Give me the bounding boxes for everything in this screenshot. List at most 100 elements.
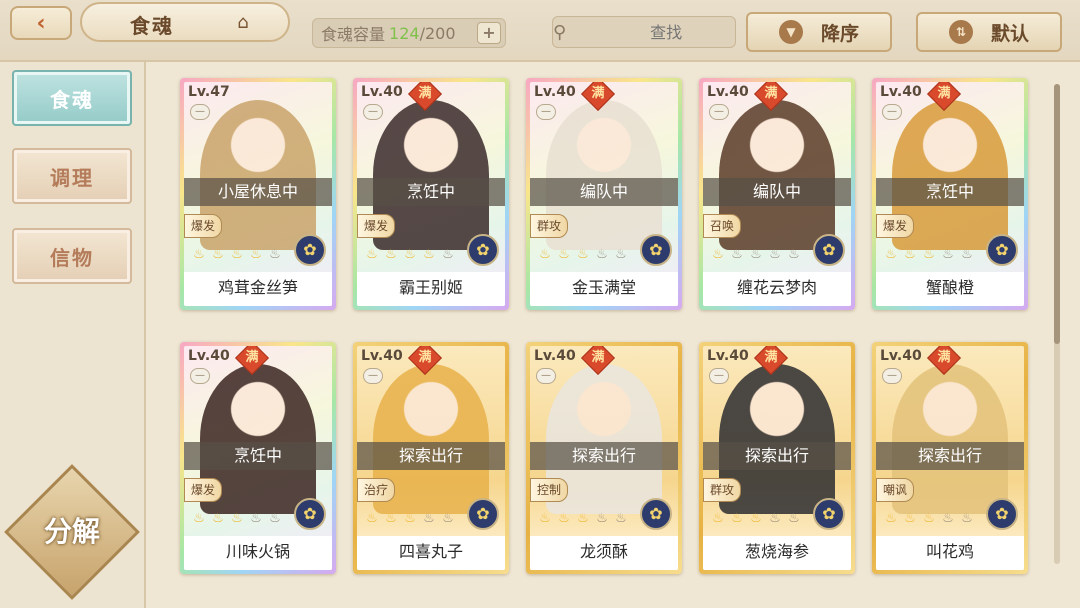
search-icon: ⚲: [553, 21, 567, 43]
level-label: Lv.47: [188, 84, 230, 100]
flame-star-icon: ♨: [231, 247, 243, 262]
lock-toggle-icon[interactable]: —: [190, 368, 210, 384]
sidebar-item-cultivation[interactable]: 调理: [12, 148, 132, 204]
role-tag: 爆发: [357, 214, 395, 238]
add-capacity-button[interactable]: +: [477, 22, 501, 44]
lock-toggle-icon[interactable]: —: [536, 368, 556, 384]
lock-toggle-icon[interactable]: —: [536, 104, 556, 120]
element-icon: ✿: [640, 498, 672, 530]
food-soul-card[interactable]: Lv.47 — 小屋休息中 爆发 ♨ ♨ ♨ ♨ ♨ ✿ 鸡茸金丝笋: [180, 78, 336, 310]
flame-star-icon: ♨: [885, 247, 897, 262]
food-soul-name: 四喜丸子: [357, 536, 505, 570]
sort-order-button[interactable]: ▼ 降序: [746, 12, 892, 52]
food-soul-card[interactable]: Lv.40 满 — 编队中 召唤 ♨ ♨ ♨ ♨ ♨ ✿ 缠花云梦肉: [699, 78, 855, 310]
max-level-text: 满: [418, 350, 432, 365]
food-soul-card[interactable]: Lv.40 满 — 探索出行 群攻 ♨ ♨ ♨ ♨ ♨ ✿ 葱烧海参: [699, 342, 855, 574]
role-tag: 召唤: [703, 214, 741, 238]
food-soul-card[interactable]: Lv.40 满 — 烹饪中 爆发 ♨ ♨ ♨ ♨ ♨ ✿ 川味火锅: [180, 342, 336, 574]
element-icon: ✿: [986, 234, 1018, 266]
level-label: Lv.40: [534, 348, 576, 364]
flame-star-icon: ♨: [885, 511, 897, 526]
status-banner: 烹饪中: [357, 178, 505, 206]
role-tag: 爆发: [876, 214, 914, 238]
flame-star-icon: ♨: [712, 511, 724, 526]
flame-star-icon: ♨: [250, 511, 262, 526]
element-icon: ✿: [467, 498, 499, 530]
role-tag: 治疗: [357, 478, 395, 502]
lock-toggle-icon[interactable]: —: [882, 368, 902, 384]
back-button[interactable]: ‹: [10, 6, 72, 40]
flame-star-icon: ♨: [269, 247, 281, 262]
search-input[interactable]: [566, 22, 767, 42]
role-tag: 群攻: [703, 478, 741, 502]
role-tag: 群攻: [530, 214, 568, 238]
element-icon: ✿: [813, 234, 845, 266]
flame-star-icon: ♨: [423, 247, 435, 262]
flame-star-icon: ♨: [269, 511, 281, 526]
food-soul-name: 鸡茸金丝笋: [184, 272, 332, 306]
flame-star-icon: ♨: [788, 511, 800, 526]
flame-star-icon: ♨: [231, 511, 243, 526]
role-tag: 控制: [530, 478, 568, 502]
flame-star-icon: ♨: [615, 511, 627, 526]
food-soul-name: 蟹酿橙: [876, 272, 1024, 306]
star-rating: ♨ ♨ ♨ ♨ ♨: [363, 246, 457, 268]
scrollbar-thumb[interactable]: [1054, 84, 1060, 344]
card-body: Lv.40 满 — 编队中 群攻 ♨ ♨ ♨ ♨ ♨ ✿ 金玉满堂: [530, 82, 678, 306]
top-bar: ‹ 食魂 ⌂ 食魂容量 124 /200 + ⚲ ✕ ▼ 降序 ⇅ 默认: [0, 0, 1080, 62]
sidebar-item-label: 调理: [50, 165, 94, 190]
flame-star-icon: ♨: [577, 511, 589, 526]
role-tag: 爆发: [184, 214, 222, 238]
lock-toggle-icon[interactable]: —: [363, 104, 383, 120]
card-body: Lv.40 满 — 烹饪中 爆发 ♨ ♨ ♨ ♨ ♨ ✿ 川味火锅: [184, 346, 332, 570]
food-soul-card[interactable]: Lv.40 满 — 探索出行 治疗 ♨ ♨ ♨ ♨ ♨ ✿ 四喜丸子: [353, 342, 509, 574]
sidebar-item-tokens[interactable]: 信物: [12, 228, 132, 284]
level-label: Lv.40: [361, 348, 403, 364]
food-soul-card[interactable]: Lv.40 满 — 烹饪中 爆发 ♨ ♨ ♨ ♨ ♨ ✿ 霸王别姬: [353, 78, 509, 310]
house-icon[interactable]: ⌂: [230, 12, 256, 34]
level-label: Lv.40: [707, 348, 749, 364]
flame-star-icon: ♨: [442, 511, 454, 526]
level-label: Lv.40: [707, 84, 749, 100]
food-soul-card[interactable]: Lv.40 满 — 编队中 群攻 ♨ ♨ ♨ ♨ ♨ ✿ 金玉满堂: [526, 78, 682, 310]
level-label: Lv.40: [534, 84, 576, 100]
lock-toggle-icon[interactable]: —: [190, 104, 210, 120]
status-banner: 烹饪中: [184, 442, 332, 470]
sidebar-item-food-souls[interactable]: 食魂: [12, 70, 132, 126]
flame-star-icon: ♨: [615, 247, 627, 262]
flame-star-icon: ♨: [423, 511, 435, 526]
max-level-text: 满: [764, 86, 778, 101]
flame-star-icon: ♨: [750, 247, 762, 262]
food-soul-card[interactable]: Lv.40 满 — 烹饪中 爆发 ♨ ♨ ♨ ♨ ♨ ✿ 蟹酿橙: [872, 78, 1028, 310]
flame-star-icon: ♨: [942, 247, 954, 262]
sort-mode-button[interactable]: ⇅ 默认: [916, 12, 1062, 52]
flame-star-icon: ♨: [385, 247, 397, 262]
star-rating: ♨ ♨ ♨ ♨ ♨: [709, 510, 803, 532]
card-body: Lv.40 满 — 烹饪中 爆发 ♨ ♨ ♨ ♨ ♨ ✿ 蟹酿橙: [876, 82, 1024, 306]
lock-toggle-icon[interactable]: —: [709, 368, 729, 384]
food-soul-name: 川味火锅: [184, 536, 332, 570]
flame-star-icon: ♨: [904, 511, 916, 526]
status-banner: 探索出行: [357, 442, 505, 470]
flame-star-icon: ♨: [558, 247, 570, 262]
capacity-max: /200: [419, 23, 456, 43]
flame-star-icon: ♨: [539, 247, 551, 262]
flame-star-icon: ♨: [596, 247, 608, 262]
level-label: Lv.40: [188, 348, 230, 364]
lock-toggle-icon[interactable]: —: [882, 104, 902, 120]
scrollbar[interactable]: [1054, 84, 1060, 564]
element-icon: ✿: [640, 234, 672, 266]
back-arrow-icon: ‹: [36, 10, 46, 36]
food-soul-card[interactable]: Lv.40 满 — 探索出行 嘲讽 ♨ ♨ ♨ ♨ ♨ ✿ 叫花鸡: [872, 342, 1028, 574]
food-soul-card[interactable]: Lv.40 满 — 探索出行 控制 ♨ ♨ ♨ ♨ ♨ ✿ 龙须酥: [526, 342, 682, 574]
max-level-text: 满: [245, 350, 259, 365]
lock-toggle-icon[interactable]: —: [363, 368, 383, 384]
max-level-text: 满: [764, 350, 778, 365]
flame-star-icon: ♨: [731, 247, 743, 262]
flame-star-icon: ♨: [961, 511, 973, 526]
flame-star-icon: ♨: [366, 247, 378, 262]
card-body: Lv.40 满 — 探索出行 嘲讽 ♨ ♨ ♨ ♨ ♨ ✿ 叫花鸡: [876, 346, 1024, 570]
status-banner: 探索出行: [703, 442, 851, 470]
lock-toggle-icon[interactable]: —: [709, 104, 729, 120]
flame-star-icon: ♨: [404, 511, 416, 526]
